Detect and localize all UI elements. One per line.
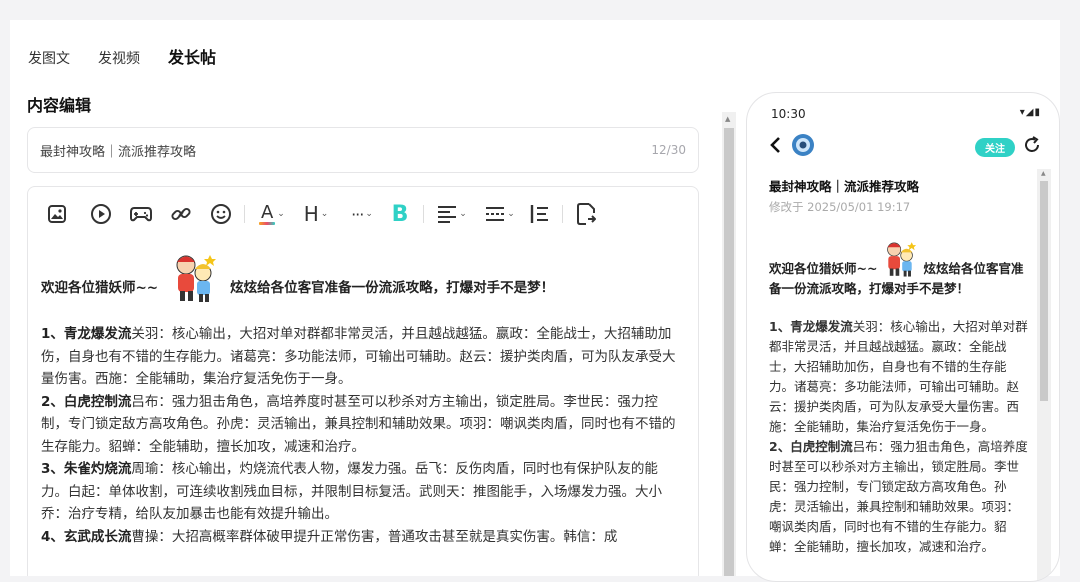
editor-content[interactable]: 欢迎各位猎妖师~~ 炫炫给各位客官准备一份流派攻略，打爆对手不是梦！ 1、青龙爆… xyxy=(28,241,698,548)
heading-label: H xyxy=(303,202,319,226)
tab-video-post[interactable]: 发视频 xyxy=(98,48,140,68)
divider-style-icon[interactable]: ⌄ xyxy=(482,199,518,229)
section-title: 内容编辑 xyxy=(27,96,92,115)
publish-tabs: 发图文 发视频 发长帖 xyxy=(28,42,219,69)
image-icon[interactable] xyxy=(44,199,70,229)
status-time: 10:30 xyxy=(771,107,806,121)
preview-paragraph: 2、白虎控制流吕布：强力狙击角色，高培养度时甚至可以秒杀对方主输出，锁定胜局。李… xyxy=(769,437,1031,557)
title-input[interactable]: 最封神攻略｜流派推荐攻略 12/30 xyxy=(27,127,699,173)
paragraph-heading: 2、白虎控制流 xyxy=(41,393,132,410)
preview-nav-bar: 关注 xyxy=(769,133,1041,161)
title-input-value[interactable]: 最封神攻略｜流派推荐攻略 xyxy=(40,141,196,160)
greeting-text: 炫炫给各位客官准备一份流派攻略，打爆对手不是梦！ xyxy=(230,279,555,296)
paragraph: 2、白虎控制流吕布：强力狙击角色，高培养度时甚至可以秒杀对方主输出，锁定胜局。李… xyxy=(41,391,682,459)
scroll-up-icon[interactable]: ▲ xyxy=(725,115,730,123)
paragraph-body: 关羽：核心输出，大招对单对群都非常灵活，并且越战越猛。嬴政：全能战士，大招辅助加… xyxy=(41,326,676,387)
paragraph-heading: 1、青龙爆发流 xyxy=(41,326,132,342)
greeting-line: 欢迎各位猎妖师~~ 炫炫给各位客官准备一份流派攻略，打爆对手不是梦！ xyxy=(41,247,682,305)
chevron-down-icon: ⌄ xyxy=(459,209,467,219)
preview-title: 最封神攻略｜流派推荐攻略 xyxy=(769,179,920,194)
preview-content: 最封神攻略｜流派推荐攻略 修改于 2025/05/01 19:17 欢迎各位猎妖… xyxy=(769,177,1031,557)
chevron-down-icon: ⌄ xyxy=(277,209,285,219)
quote-icon[interactable] xyxy=(526,199,552,229)
video-icon[interactable] xyxy=(88,199,114,229)
follow-button[interactable]: 关注 xyxy=(975,137,1015,157)
nav-left xyxy=(769,133,815,161)
paragraph-heading: 2、白虎控制流 xyxy=(769,439,853,454)
preview-greeting: 欢迎各位猎妖师~~ 炫炫给各位客官准备一份流派攻略，打爆对手不是梦！ xyxy=(769,239,1031,299)
font-color-icon[interactable]: A ⌄ xyxy=(255,199,289,229)
greeting-text: 欢迎各位猎妖师~~ xyxy=(41,279,159,296)
preview-paragraph: 1、青龙爆发流关羽：核心输出，大招对单对群都非常灵活，并且越战越猛。嬴政：全能战… xyxy=(769,317,1031,437)
emoji-icon[interactable] xyxy=(208,199,234,229)
bold-label: B xyxy=(391,201,409,227)
greeting-text: 欢迎各位猎妖师~~ xyxy=(769,261,878,276)
paragraph-heading: 1、青龙爆发流 xyxy=(769,319,853,334)
gamepad-icon[interactable] xyxy=(128,199,154,229)
preview-date: 修改于 2025/05/01 19:17 xyxy=(769,200,911,214)
chevron-down-icon: ⌄ xyxy=(507,209,515,219)
paragraph-heading: 3、朱雀灼烧流 xyxy=(41,461,132,477)
paragraph-body: 关羽：核心输出，大招对单对群都非常灵活，并且越战越猛。嬴政：全能战士，大招辅助加… xyxy=(769,319,1028,434)
paragraph-body: 曹操：大招高概率群体破甲提升正常伤害，普通攻击甚至就是真实伤害。韩信：成 xyxy=(131,528,618,545)
scrollbar-thumb[interactable] xyxy=(1040,181,1048,401)
tab-long-post[interactable]: 发长帖 xyxy=(165,44,219,69)
paragraph-heading: 4、玄武成长流 xyxy=(41,528,132,545)
tab-image-post[interactable]: 发图文 xyxy=(28,48,70,68)
editor-scrollbar[interactable]: ▲ xyxy=(722,112,736,576)
align-icon[interactable]: ⌄ xyxy=(434,199,470,229)
nav-right: 关注 xyxy=(975,136,1041,158)
phone-status-bar: 10:30 ▾◢▮ xyxy=(771,107,1041,121)
paragraph: 4、玄武成长流曹操：大招高概率群体破甲提升正常伤害，普通攻击甚至就是真实伤害。韩… xyxy=(41,526,682,549)
paragraph-body: 周瑜：核心输出，灼烧流代表人物，爆发力强。岳飞：反伤肉盾，同时也有保护队友的能力… xyxy=(41,461,662,522)
export-icon[interactable] xyxy=(573,199,599,229)
paragraph-body: 吕布：强力狙击角色，高培养度时甚至可以秒杀对方主输出，锁定胜局。李世民：强力控制… xyxy=(41,393,676,455)
paragraph: 3、朱雀灼烧流周瑜：核心输出，灼烧流代表人物，爆发力强。岳飞：反伤肉盾，同时也有… xyxy=(41,458,682,526)
mascot-sticker xyxy=(168,251,220,305)
scroll-up-icon[interactable]: ▲ xyxy=(1041,170,1046,177)
chevron-down-icon: ⌄ xyxy=(320,209,329,219)
bold-icon[interactable]: B xyxy=(387,199,413,229)
title-char-counter: 12/30 xyxy=(651,143,686,157)
editor-toolbar: A ⌄ H ⌄ ··· ⌄ B ⌄ ⌄ xyxy=(28,187,698,241)
more-label: ··· xyxy=(351,204,364,224)
preview-scrollbar[interactable]: ▲ xyxy=(1037,169,1051,581)
toolbar-divider xyxy=(562,205,563,223)
back-arrow-icon[interactable] xyxy=(769,136,781,158)
scrollbar-thumb[interactable] xyxy=(724,128,734,576)
paragraph: 1、青龙爆发流关羽：核心输出，大招对单对群都非常灵活，并且越战越猛。嬴政：全能战… xyxy=(41,323,682,391)
rich-text-editor[interactable]: A ⌄ H ⌄ ··· ⌄ B ⌄ ⌄ 欢迎各位猎妖师~~ 炫炫给各位客官准备一… xyxy=(27,186,699,576)
avatar[interactable] xyxy=(791,133,815,161)
signal-battery-icon: ▾◢▮ xyxy=(1019,107,1041,118)
heading-icon[interactable]: H ⌄ xyxy=(299,199,333,229)
refresh-icon[interactable] xyxy=(1023,136,1041,158)
paragraph-body: 吕布：强力狙击角色，高培养度时甚至可以秒杀对方主输出，锁定胜局。李世民：强力控制… xyxy=(769,439,1028,554)
toolbar-divider xyxy=(244,205,245,223)
font-color-label: A xyxy=(261,201,274,223)
mascot-sticker xyxy=(881,239,919,279)
more-icon[interactable]: ··· ⌄ xyxy=(345,199,379,229)
chevron-down-icon: ⌄ xyxy=(365,209,373,219)
mobile-preview: 10:30 ▾◢▮ 关注 ▲ 最封神攻略｜流派推荐攻略 修改于 2025/05/… xyxy=(746,92,1060,582)
link-icon[interactable] xyxy=(168,199,194,229)
toolbar-divider xyxy=(423,205,424,223)
